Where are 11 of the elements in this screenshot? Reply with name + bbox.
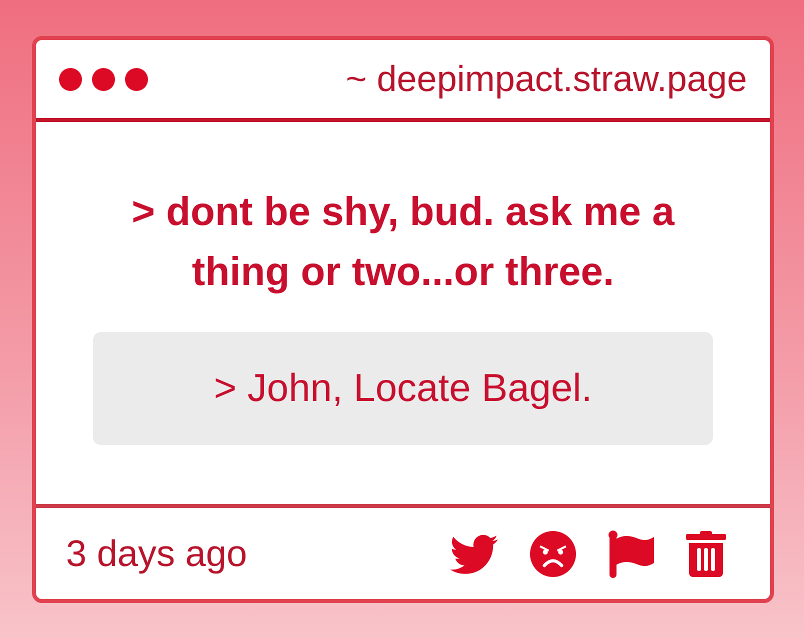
question-text: > dont be shy, bud. ask me a thing or two...or three. bbox=[130, 189, 676, 296]
timestamp-text: 3 days ago bbox=[66, 532, 248, 574]
dot-icon bbox=[59, 68, 82, 90]
bird-icon[interactable] bbox=[450, 534, 498, 574]
flag-icon[interactable] bbox=[608, 530, 654, 578]
trash-icon[interactable] bbox=[686, 530, 726, 576]
dot-icon bbox=[92, 68, 115, 90]
url-text: ~ deepimpact.straw.page bbox=[346, 58, 747, 100]
answer-panel: > John, Locate Bagel. bbox=[93, 332, 713, 445]
dot-icon bbox=[125, 68, 148, 90]
angry-face-icon[interactable] bbox=[530, 530, 576, 576]
